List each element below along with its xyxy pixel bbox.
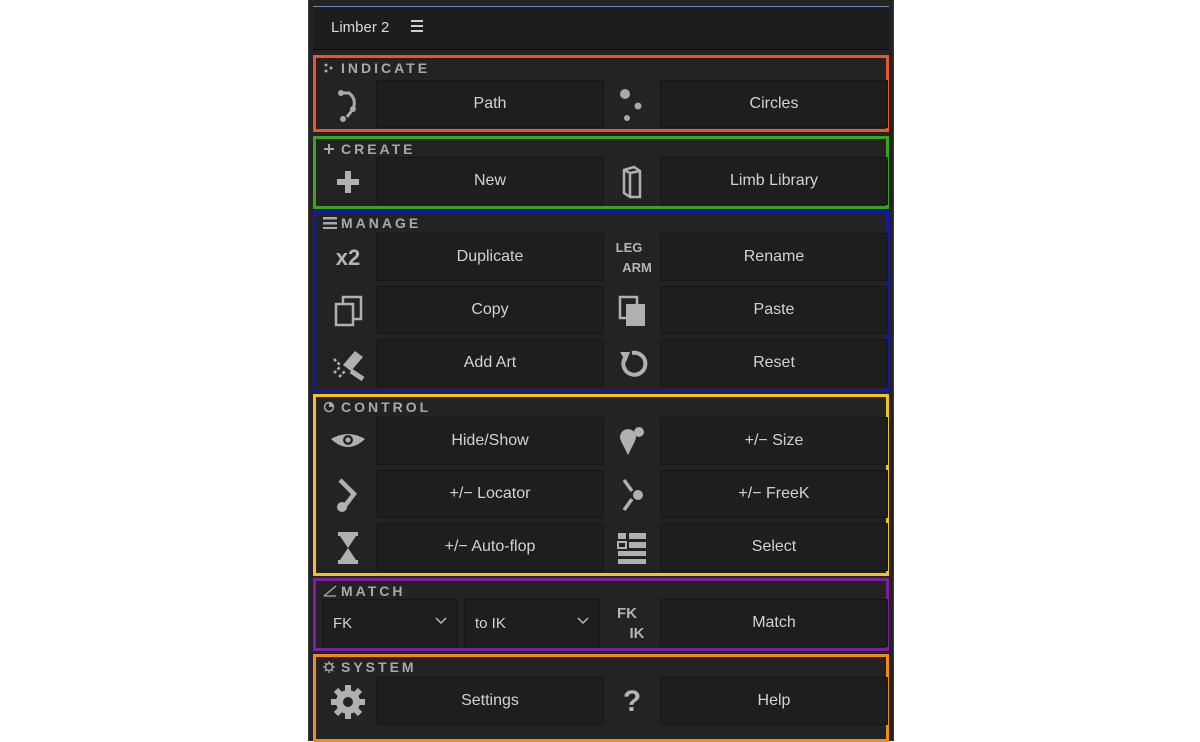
copy-icon bbox=[322, 286, 374, 336]
paste-icon bbox=[606, 286, 658, 336]
auto-flop-hourglass-icon bbox=[322, 523, 374, 573]
circles-button[interactable]: Circles bbox=[660, 80, 888, 128]
chevron-down-icon bbox=[577, 617, 589, 625]
size-button[interactable]: +/− Size bbox=[660, 417, 888, 465]
circles-icon bbox=[606, 80, 658, 130]
duplicate-button[interactable]: Duplicate bbox=[376, 233, 604, 281]
section-title-create: CREATE bbox=[341, 141, 416, 157]
hide-show-button[interactable]: Hide/Show bbox=[376, 417, 604, 465]
section-title-indicate: INDICATE bbox=[341, 60, 431, 76]
add-art-icon bbox=[322, 339, 374, 389]
list-icon bbox=[323, 217, 337, 229]
section-system: SYSTEM Settings ? Help bbox=[313, 654, 889, 742]
chevron-down-icon bbox=[435, 617, 447, 625]
section-title-control: CONTROL bbox=[341, 399, 432, 415]
panel-title: Limber 2 bbox=[331, 19, 390, 36]
to-ik-select[interactable]: to IK bbox=[464, 599, 600, 647]
rename-leg-arm-icon: LEG ARM bbox=[615, 240, 652, 275]
rename-button[interactable]: Rename bbox=[660, 233, 888, 281]
panel-title-bar: Limber 2 bbox=[313, 6, 889, 50]
section-create: CREATE New Limb Library bbox=[313, 136, 889, 209]
indicate-dots-icon bbox=[323, 62, 335, 74]
section-title-system: SYSTEM bbox=[341, 659, 417, 675]
select-list-icon bbox=[606, 523, 658, 573]
path-icon bbox=[322, 80, 374, 130]
section-title-match: MATCH bbox=[341, 583, 406, 599]
angle-icon bbox=[323, 585, 337, 597]
eye-icon bbox=[322, 417, 374, 467]
plus-icon bbox=[322, 157, 374, 207]
add-art-button[interactable]: Add Art bbox=[376, 339, 604, 387]
locator-button[interactable]: +/− Locator bbox=[376, 470, 604, 518]
section-manage: MANAGE x2 Duplicate LEG ARM Rename Copy … bbox=[313, 210, 889, 392]
settings-button[interactable]: Settings bbox=[376, 677, 604, 725]
gear-icon bbox=[322, 677, 374, 727]
gear-small-icon bbox=[323, 661, 335, 673]
section-title-manage: MANAGE bbox=[341, 215, 422, 231]
copy-button[interactable]: Copy bbox=[376, 286, 604, 334]
reset-icon bbox=[606, 339, 658, 389]
freek-button[interactable]: +/− FreeK bbox=[660, 470, 888, 518]
help-button[interactable]: Help bbox=[660, 677, 888, 725]
book-icon bbox=[606, 157, 658, 207]
fk-select[interactable]: FK bbox=[322, 599, 458, 647]
freek-icon bbox=[606, 470, 658, 520]
match-button[interactable]: Match bbox=[660, 599, 888, 647]
section-control: CONTROL Hide/Show +/− Size +/− Locator +… bbox=[313, 394, 889, 576]
fk-ik-icon: FK IK bbox=[617, 605, 645, 642]
limb-library-button[interactable]: Limb Library bbox=[660, 157, 888, 205]
plus-small-icon bbox=[323, 143, 335, 155]
hamburger-menu-icon[interactable] bbox=[411, 19, 425, 33]
auto-flop-button[interactable]: +/− Auto-flop bbox=[376, 523, 604, 571]
locator-icon bbox=[322, 470, 374, 520]
reset-button[interactable]: Reset bbox=[660, 339, 888, 387]
section-match: MATCH FK to IK FK IK Match bbox=[313, 578, 889, 651]
section-indicate: INDICATE Path Circles bbox=[313, 55, 889, 132]
control-knob-icon bbox=[323, 401, 335, 413]
duplicate-x2-icon: x2 bbox=[335, 245, 361, 270]
path-button[interactable]: Path bbox=[376, 80, 604, 128]
size-pin-icon bbox=[606, 417, 658, 467]
paste-button[interactable]: Paste bbox=[660, 286, 888, 334]
limber-panel: Limber 2 INDICATE Path Circles CREATE Ne… bbox=[308, 0, 894, 742]
help-question-icon: ? bbox=[622, 685, 642, 718]
new-button[interactable]: New bbox=[376, 157, 604, 205]
select-button[interactable]: Select bbox=[660, 523, 888, 571]
